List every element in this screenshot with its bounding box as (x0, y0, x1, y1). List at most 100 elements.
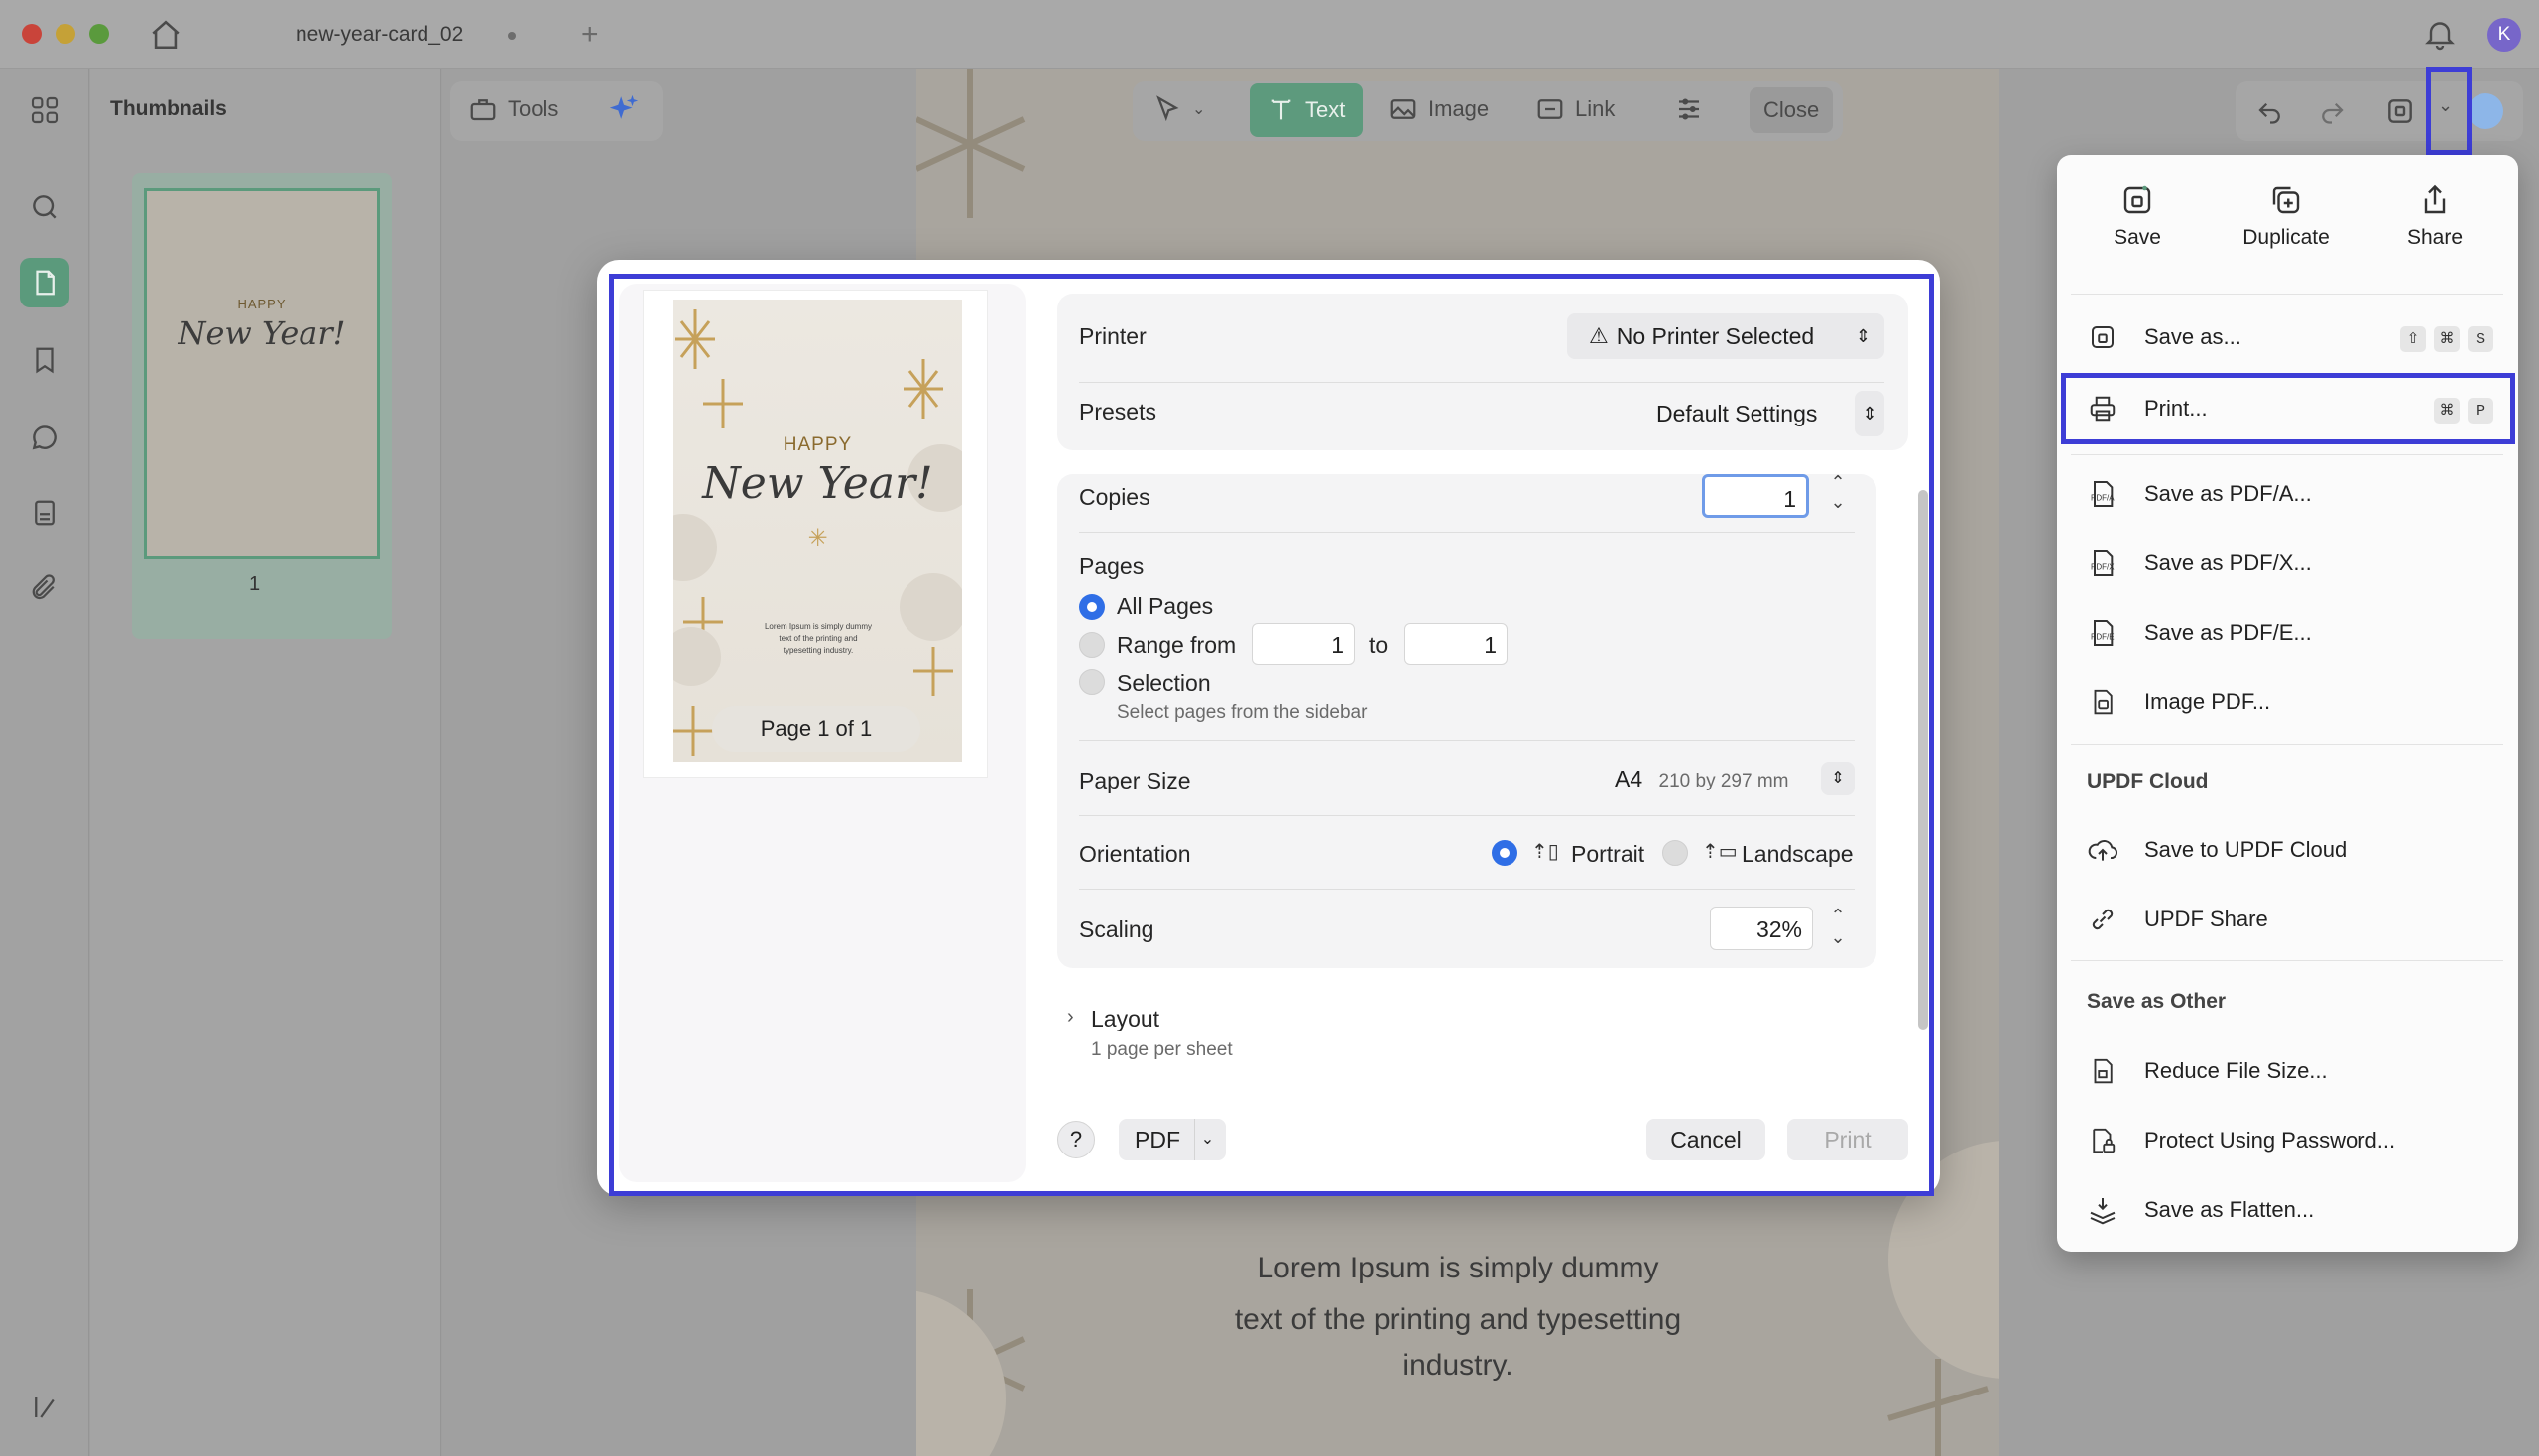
divider (2071, 454, 2503, 455)
share-icon (2424, 184, 2446, 214)
grid-view-icon[interactable] (20, 85, 69, 135)
new-tab-icon[interactable]: + (581, 18, 599, 52)
home-icon[interactable] (149, 18, 182, 52)
link-tool-label: Link (1575, 96, 1616, 121)
menu-item-protect-password[interactable]: Protect Using Password... (2085, 1114, 2501, 1167)
minimize-window-button[interactable] (56, 24, 75, 44)
avatar[interactable]: K (2487, 18, 2521, 52)
divider (2071, 960, 2503, 961)
menu-item-label: Save as PDF/E... (2144, 620, 2312, 645)
menu-item-label: Save as Flatten... (2144, 1197, 2315, 1222)
close-edit-label: Close (1763, 97, 1820, 122)
redo-icon[interactable] (2317, 95, 2347, 125)
save-icon (2123, 185, 2151, 214)
menu-item-print[interactable]: Print... ⌘ P (2085, 382, 2501, 435)
document-text-line-1: Lorem Ipsum is simply dummy (1257, 1252, 1659, 1284)
sidebar-toggle-icon[interactable] (20, 1383, 69, 1432)
link-icon (2085, 902, 2120, 937)
document-tab[interactable]: new-year-card_02 (248, 12, 575, 58)
svg-text:PDF/A: PDF/A (2091, 494, 2115, 503)
cloud-upload-icon (2085, 832, 2120, 868)
thumbnail-happy-text: HAPPY (237, 297, 287, 311)
form-icon[interactable] (20, 488, 69, 538)
bookmark-icon[interactable] (20, 335, 69, 385)
comment-icon[interactable] (20, 413, 69, 462)
duplicate-icon (2272, 186, 2300, 214)
thumbnails-panel: Thumbnails HAPPY New Year! 1 (90, 69, 441, 1456)
menu-item-save-pdfe[interactable]: PDF/E Save as PDF/E... (2085, 606, 2501, 660)
close-window-button[interactable] (22, 24, 42, 44)
menu-item-label: Save as PDF/X... (2144, 550, 2312, 575)
pdf-x-icon: PDF/X (2085, 546, 2120, 581)
shortcut-key: S (2468, 325, 2493, 352)
printer-icon (2085, 391, 2120, 426)
unsaved-dot-icon (508, 32, 516, 40)
text-tool-button[interactable]: Text (1250, 83, 1364, 137)
menu-item-image-pdf[interactable]: Image PDF... (2085, 675, 2501, 729)
bell-icon[interactable] (2422, 16, 2458, 52)
cloud-section-header: UPDF Cloud (2087, 770, 2209, 792)
image-icon (1390, 99, 1416, 119)
text-tool-label: Text (1305, 97, 1346, 122)
close-edit-button[interactable]: Close (1750, 87, 1834, 133)
link-tool-button[interactable]: Link (1535, 81, 1615, 137)
pages-icon[interactable] (20, 258, 69, 307)
save-as-icon (2085, 319, 2120, 355)
menu-item-save-pdfx[interactable]: PDF/X Save as PDF/X... (2085, 537, 2501, 590)
title-bar: new-year-card_02 + K (0, 0, 2539, 69)
pdf-a-icon: PDF/A (2085, 476, 2120, 512)
menu-save-button[interactable]: Save (2073, 182, 2202, 250)
save-menu-highlight (2426, 67, 2472, 155)
divider (2071, 294, 2503, 295)
document-actions-toolbar: ⌄ (2236, 81, 2523, 141)
undo-icon[interactable] (2255, 95, 2285, 125)
flatten-icon (2085, 1192, 2120, 1228)
shortcut-key: ⌘ (2434, 325, 2460, 352)
svg-text:PDF/X: PDF/X (2091, 563, 2115, 572)
tab-title: new-year-card_02 (296, 23, 464, 46)
menu-item-save-pdfa[interactable]: PDF/A Save as PDF/A... (2085, 467, 2501, 521)
edit-toolbar: ⌄ Text Image Link Close (1133, 81, 1843, 141)
tools-label: Tools (508, 96, 559, 121)
chevron-down-icon[interactable]: ⌄ (1192, 99, 1205, 119)
menu-duplicate-label: Duplicate (2242, 226, 2330, 249)
menu-share-label: Share (2406, 226, 2464, 249)
document-text-line-2: text of the printing and typesetting (1234, 1303, 1682, 1336)
menu-share-button[interactable]: Share (2370, 182, 2499, 250)
menu-item-save-as[interactable]: Save as... ⇧ ⌘ S (2085, 310, 2501, 364)
image-pdf-icon (2085, 684, 2120, 720)
image-tool-button[interactable]: Image (1389, 81, 1489, 137)
menu-save-label: Save (2114, 226, 2161, 249)
select-tool-button[interactable]: ⌄ (1152, 81, 1205, 137)
menu-item-save-cloud[interactable]: Save to UPDF Cloud (2085, 823, 2501, 877)
document-text-line-3: industry. (1402, 1349, 1513, 1382)
ai-sparkle-icon[interactable] (607, 81, 641, 137)
cursor-icon (1156, 95, 1179, 122)
shortcut-key: ⇧ (2400, 325, 2426, 352)
thumbnails-title: Thumbnails (110, 97, 227, 120)
tools-button[interactable]: Tools (468, 81, 558, 137)
menu-item-label: Image PDF... (2144, 689, 2271, 714)
svg-text:PDF/E: PDF/E (2091, 633, 2115, 642)
menu-item-updf-share[interactable]: UPDF Share (2085, 893, 2501, 946)
menu-item-label: Protect Using Password... (2144, 1128, 2396, 1153)
image-tool-label: Image (1428, 96, 1490, 121)
menu-item-label: Save as PDF/A... (2144, 481, 2312, 506)
shortcut-key: P (2468, 397, 2493, 424)
save-dropdown-menu: Save Duplicate Share Save as... ⇧ ⌘ S Prin… (2057, 155, 2518, 1252)
menu-item-flatten[interactable]: Save as Flatten... (2085, 1183, 2501, 1237)
updf-ai-icon[interactable] (2468, 93, 2503, 129)
attachment-icon[interactable] (20, 563, 69, 613)
menu-duplicate-button[interactable]: Duplicate (2222, 182, 2351, 250)
page-thumbnail[interactable]: HAPPY New Year! (144, 188, 380, 559)
toolbox-icon (470, 99, 496, 121)
save-doc-icon[interactable] (2384, 95, 2416, 127)
left-rail (0, 69, 89, 1456)
search-icon[interactable] (20, 182, 69, 232)
menu-item-reduce-size[interactable]: Reduce File Size... (2085, 1044, 2501, 1098)
menu-item-label: Reduce File Size... (2144, 1058, 2328, 1083)
settings-sliders-icon[interactable] (1674, 81, 1704, 137)
thumbnail-title-text: New Year! (178, 314, 346, 352)
pdf-e-icon: PDF/E (2085, 615, 2120, 651)
zoom-window-button[interactable] (89, 24, 109, 44)
